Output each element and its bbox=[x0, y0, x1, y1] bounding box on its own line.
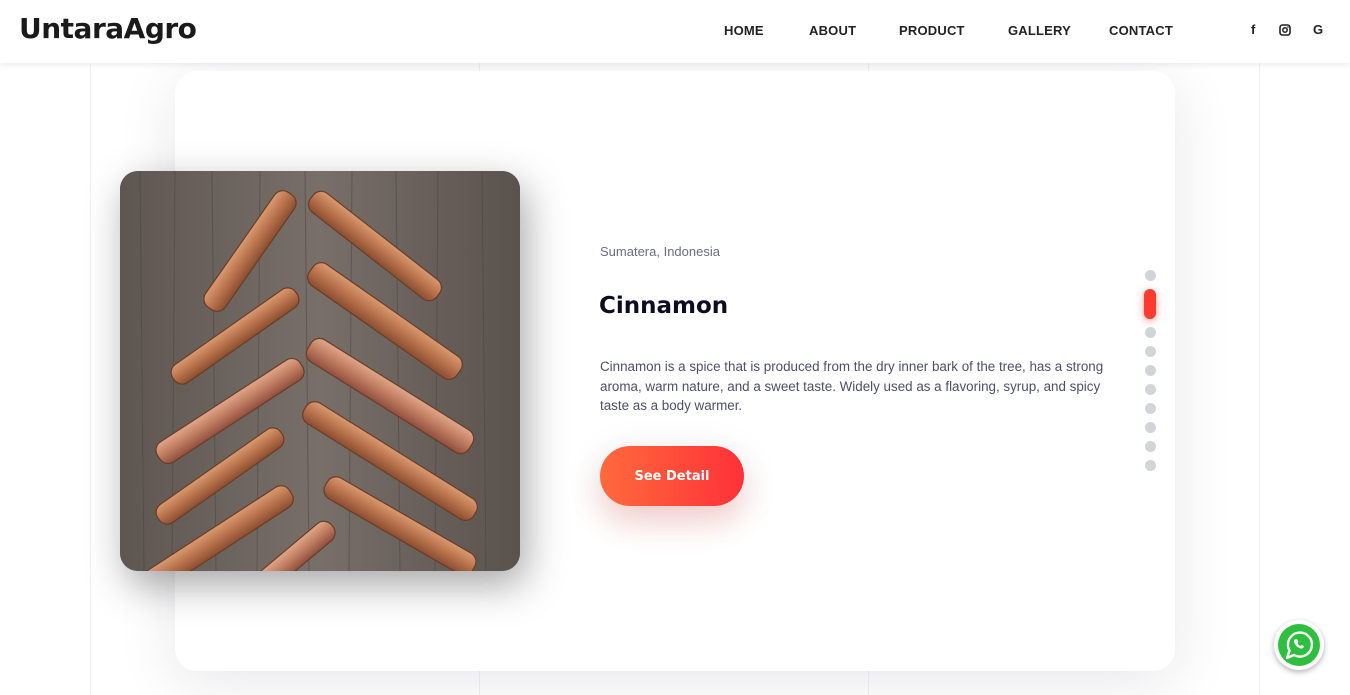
instagram-icon[interactable] bbox=[1279, 24, 1291, 39]
google-icon[interactable]: G bbox=[1313, 22, 1323, 37]
slider-dot[interactable] bbox=[1145, 403, 1156, 414]
facebook-icon[interactable]: f bbox=[1251, 22, 1255, 37]
slider-dot[interactable] bbox=[1145, 460, 1156, 471]
slider-dot-active[interactable] bbox=[1144, 289, 1156, 319]
see-detail-button[interactable]: See Detail bbox=[600, 446, 744, 506]
slider-dot[interactable] bbox=[1145, 365, 1156, 376]
slider-dot[interactable] bbox=[1145, 270, 1156, 281]
whatsapp-chat-icon[interactable] bbox=[1273, 619, 1325, 671]
nav-about[interactable]: ABOUT bbox=[809, 23, 856, 38]
grid-line bbox=[1259, 63, 1260, 695]
nav-home[interactable]: HOME bbox=[724, 23, 764, 38]
navbar: UntaraAgro HOME ABOUT PRODUCT GALLERY CO… bbox=[0, 0, 1350, 63]
brand-logo[interactable]: UntaraAgro bbox=[19, 12, 197, 45]
product-title: Cinnamon bbox=[599, 293, 729, 319]
product-image bbox=[120, 171, 520, 571]
slider-dot[interactable] bbox=[1145, 327, 1156, 338]
slider-dot[interactable] bbox=[1145, 422, 1156, 433]
slider-dot[interactable] bbox=[1145, 384, 1156, 395]
slider-dot[interactable] bbox=[1145, 346, 1156, 357]
nav-contact[interactable]: CONTACT bbox=[1109, 23, 1173, 38]
grid-line bbox=[90, 63, 91, 695]
slider-dot[interactable] bbox=[1145, 441, 1156, 452]
product-origin: Sumatera, Indonesia bbox=[600, 244, 720, 259]
cinnamon-sticks-illustration bbox=[120, 171, 520, 571]
product-description: Cinnamon is a spice that is produced fro… bbox=[600, 359, 1104, 413]
nav-gallery[interactable]: GALLERY bbox=[1008, 23, 1071, 38]
nav-product[interactable]: PRODUCT bbox=[899, 23, 965, 38]
